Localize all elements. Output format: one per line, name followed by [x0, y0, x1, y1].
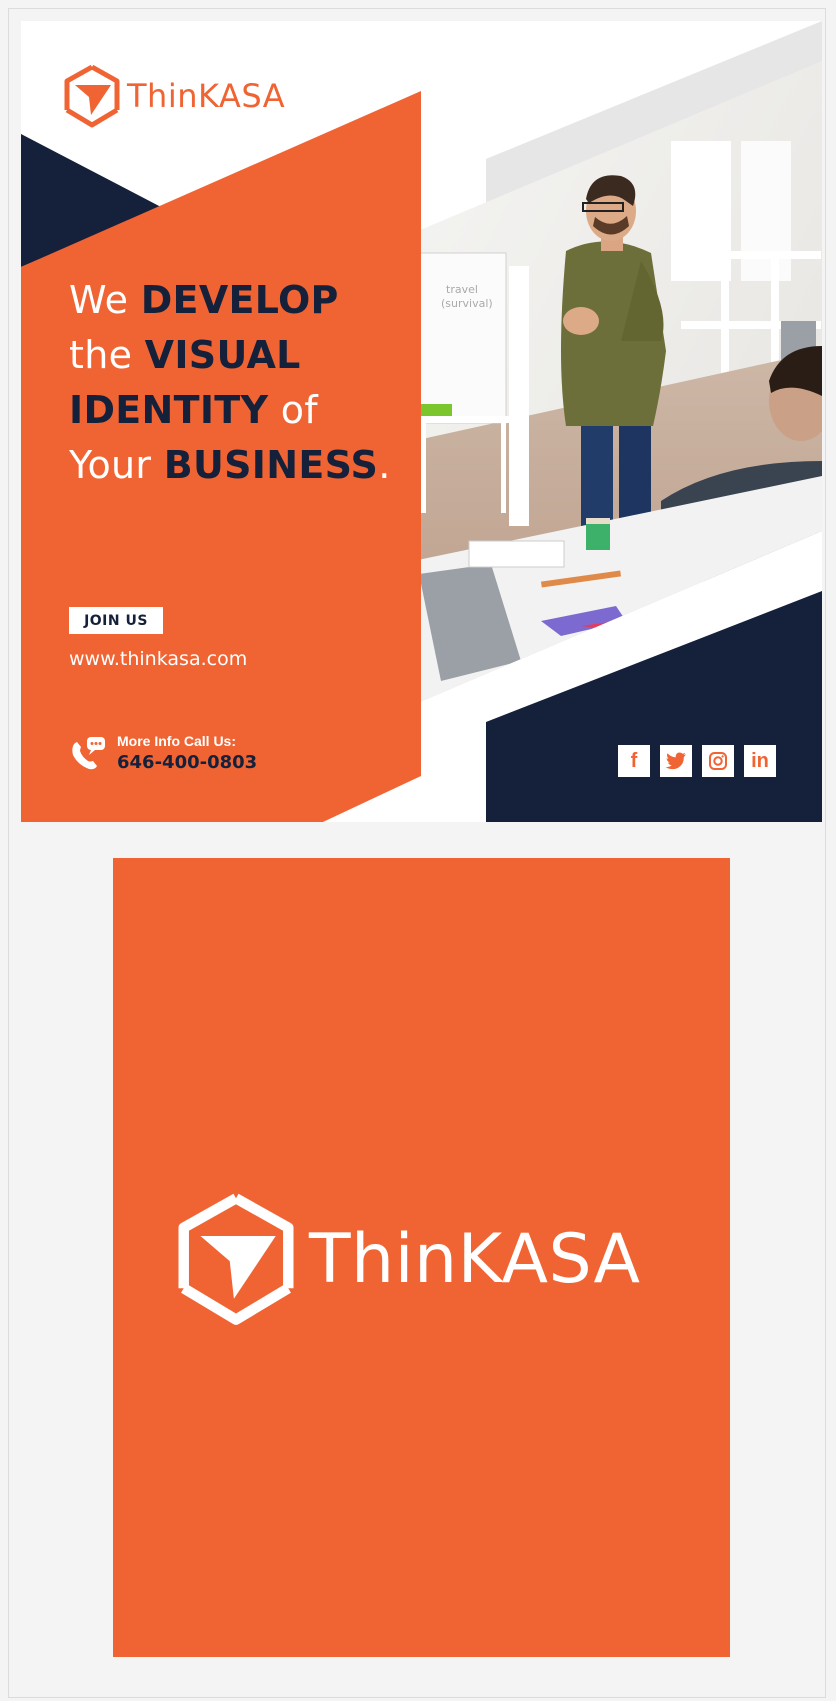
brand-logo[interactable]: ThinKASA — [63, 61, 285, 131]
headline-word: Your — [69, 443, 164, 487]
twitter-glyph — [665, 752, 686, 770]
svg-text:travel: travel — [446, 283, 478, 296]
flyer-banner: travel (survival) ThinKASA We DEVELOP th… — [21, 21, 822, 822]
phone-number[interactable]: 646-400-0803 — [117, 752, 257, 773]
svg-text:(survival): (survival) — [441, 297, 493, 310]
hexagon-arrow-icon — [64, 64, 120, 128]
linkedin-glyph: in — [751, 749, 769, 772]
brand-logo-large[interactable]: ThinKASA — [175, 1190, 640, 1328]
brand-name-large: ThinKASA — [309, 1219, 641, 1299]
website-link[interactable]: www.thinkasa.com — [69, 648, 247, 670]
facebook-glyph: f — [630, 749, 638, 772]
headline-word: of — [268, 388, 318, 432]
headline-word: the — [69, 333, 145, 377]
join-us-button[interactable]: JOIN US — [69, 607, 163, 634]
headline-word: We — [69, 278, 141, 322]
headline-emphasis: DEVELOP — [140, 278, 339, 322]
call-label: More Info Call Us: — [117, 733, 237, 749]
logo-card: ThinKASA — [113, 858, 730, 1657]
headline-emphasis: VISUAL — [144, 333, 301, 377]
contact-block: More Info Call Us: 646-400-0803 — [69, 733, 257, 773]
facebook-icon[interactable]: f — [618, 745, 650, 777]
instagram-icon[interactable] — [702, 745, 734, 777]
twitter-icon[interactable] — [660, 745, 692, 777]
headline-emphasis: BUSINESS — [163, 443, 379, 487]
hexagon-arrow-icon — [178, 1193, 294, 1325]
headline: We DEVELOP the VISUAL IDENTITY of Your B… — [69, 273, 429, 493]
phone-chat-icon — [72, 737, 105, 770]
social-links: f in — [618, 745, 776, 777]
headline-punctuation: . — [378, 443, 391, 487]
headline-emphasis: IDENTITY — [69, 388, 269, 432]
linkedin-icon[interactable]: in — [744, 745, 776, 777]
instagram-glyph — [709, 752, 727, 770]
brand-name: ThinKASA — [127, 77, 286, 115]
